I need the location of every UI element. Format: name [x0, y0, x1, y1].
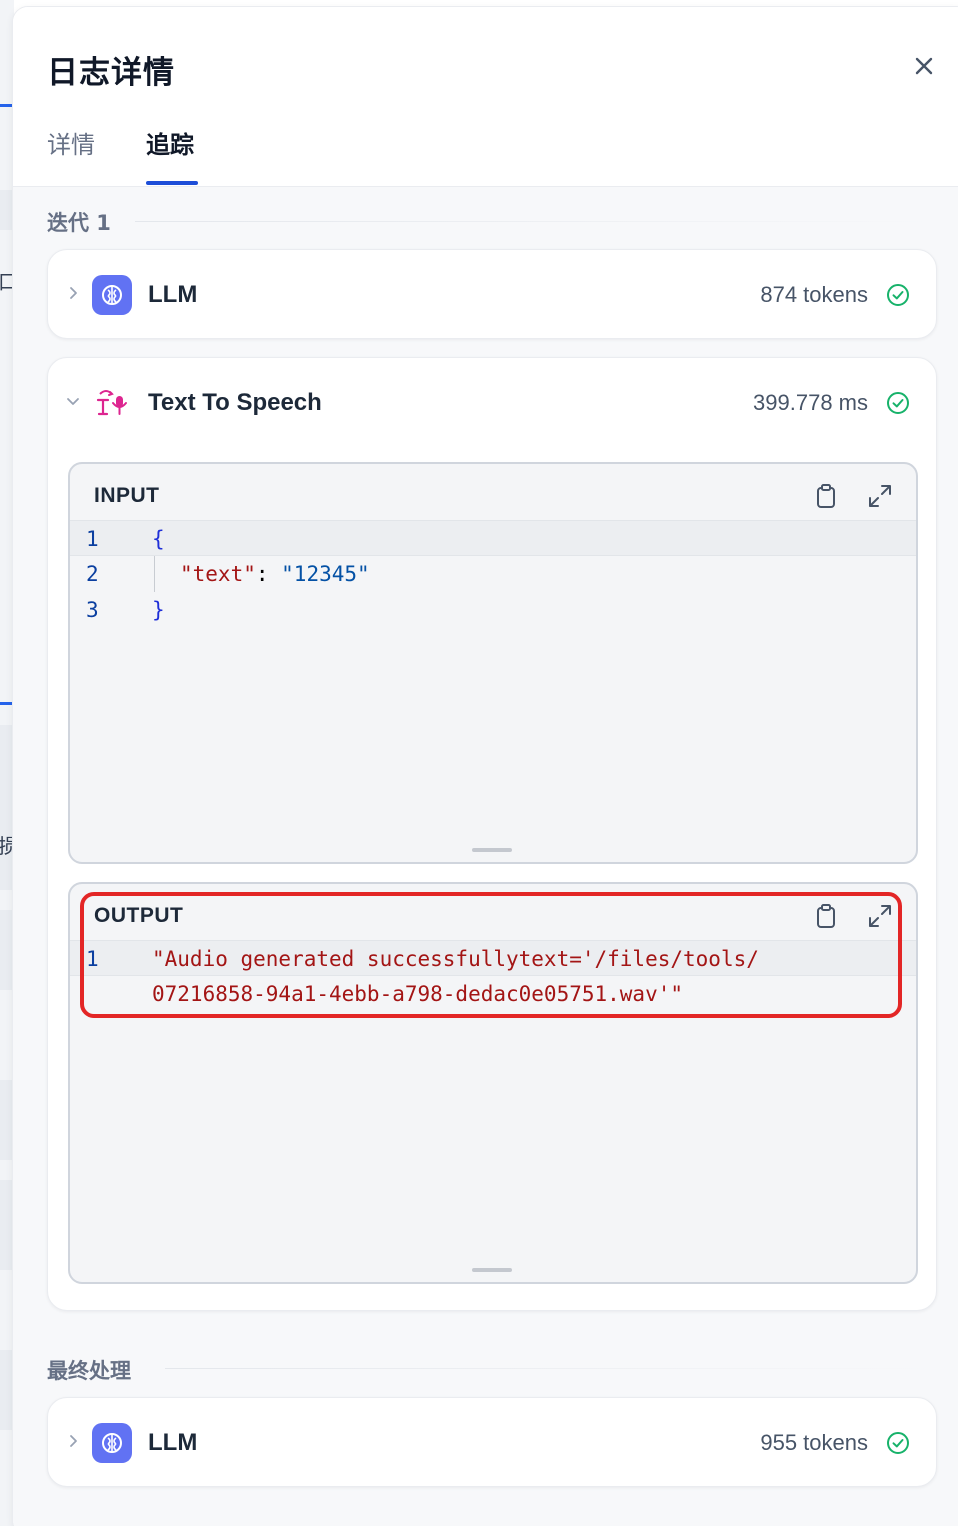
llm-node-card: LLM 874 tokens [47, 249, 937, 339]
indent-guide [154, 556, 155, 592]
tab-detail[interactable]: 详情 [47, 125, 95, 160]
json-value: "12345" [281, 562, 370, 586]
node-token-count: 955 tokens [760, 1430, 868, 1455]
json-key: "text" [180, 562, 256, 586]
drawer-title: 日志详情 [47, 55, 175, 91]
code-text: 07216858-94a1-4ebb-a798-dedac0e05751.wav… [152, 982, 684, 1006]
line-number: 1 [86, 527, 99, 551]
copy-button[interactable] [812, 482, 840, 510]
iteration-section-label: 迭代 1 [47, 211, 111, 235]
success-check-icon [887, 284, 909, 306]
input-code-editor[interactable]: 1 { 2 "text": "12345" 3 } [70, 520, 916, 628]
line-number: 2 [86, 562, 99, 586]
chevron-right-icon [70, 1435, 77, 1447]
code-text: } [152, 598, 165, 622]
tts-node-card: Text To Speech 399.778 ms INPUT 1 {2 "t… [47, 357, 937, 1311]
success-check-icon [887, 392, 909, 414]
line-number: 1 [86, 947, 99, 971]
clipboard-icon [816, 904, 835, 928]
section-divider [135, 221, 935, 222]
success-check-icon [887, 1432, 909, 1454]
llm-node-header[interactable]: LLM 955 tokens [48, 1398, 936, 1488]
output-code-panel: OUTPUT 1 "Audio generated successfullyte… [68, 882, 918, 1284]
expand-icon [869, 905, 891, 927]
node-name: LLM [148, 281, 198, 308]
active-tab-indicator [146, 181, 198, 185]
copy-button[interactable] [812, 902, 840, 930]
expand-icon [869, 485, 891, 507]
tab-trace[interactable]: 追踪 [146, 125, 194, 160]
section-divider [165, 1368, 935, 1369]
output-code-editor[interactable]: 1 "Audio generated successfullytext='/fi… [70, 940, 916, 1012]
final-llm-node-card: LLM 955 tokens [47, 1397, 937, 1487]
code-text: "Audio generated successfullytext='/file… [152, 947, 759, 971]
code-line: 1 { [70, 520, 916, 556]
drawer-header: 日志详情 详情 追踪 [13, 7, 958, 187]
llm-brain-icon [92, 1423, 132, 1463]
input-resize-handle[interactable] [472, 848, 512, 852]
node-name: Text To Speech [148, 389, 322, 416]
output-resize-handle[interactable] [472, 1268, 512, 1272]
log-detail-drawer: 日志详情 详情 追踪 迭代 1 LLM 874 tokens Text To S… [12, 6, 958, 1526]
expand-button[interactable] [866, 902, 894, 930]
final-section-label: 最终处理 [47, 1359, 131, 1383]
line-number: 3 [86, 598, 99, 622]
tts-node-header[interactable]: Text To Speech 399.778 ms [48, 358, 936, 448]
chevron-right-icon [70, 287, 77, 299]
output-panel-title: OUTPUT [94, 904, 184, 927]
code-line-wrapped: 07216858-94a1-4ebb-a798-dedac0e05751.wav… [70, 976, 916, 1012]
llm-node-header[interactable]: LLM 874 tokens [48, 250, 936, 340]
code-line: 3 } [70, 592, 916, 628]
llm-brain-icon [92, 275, 132, 315]
close-button[interactable] [911, 53, 937, 79]
input-code-panel: INPUT 1 {2 "text": "12345" 3} [68, 462, 918, 864]
code-line: 2 "text": "12345" [70, 556, 916, 592]
close-icon [915, 57, 933, 75]
node-name: LLM [148, 1429, 198, 1456]
clipboard-icon [816, 484, 835, 508]
code-line: 1 "Audio generated successfullytext='/fi… [70, 940, 916, 976]
expand-button[interactable] [866, 482, 894, 510]
json-colon: : [255, 562, 282, 586]
code-text: { [152, 527, 165, 551]
output-panel-actions [790, 902, 894, 930]
code-text: "text": "12345" [180, 556, 370, 592]
trace-panel: 迭代 1 LLM 874 tokens Text To Speech 399.7… [13, 187, 958, 1526]
chevron-down-icon [67, 398, 79, 405]
node-elapsed-time: 399.778 ms [753, 390, 868, 415]
node-token-count: 874 tokens [760, 282, 868, 307]
input-panel-actions [790, 482, 894, 510]
text-to-speech-icon [96, 390, 127, 416]
input-panel-title: INPUT [94, 484, 160, 507]
